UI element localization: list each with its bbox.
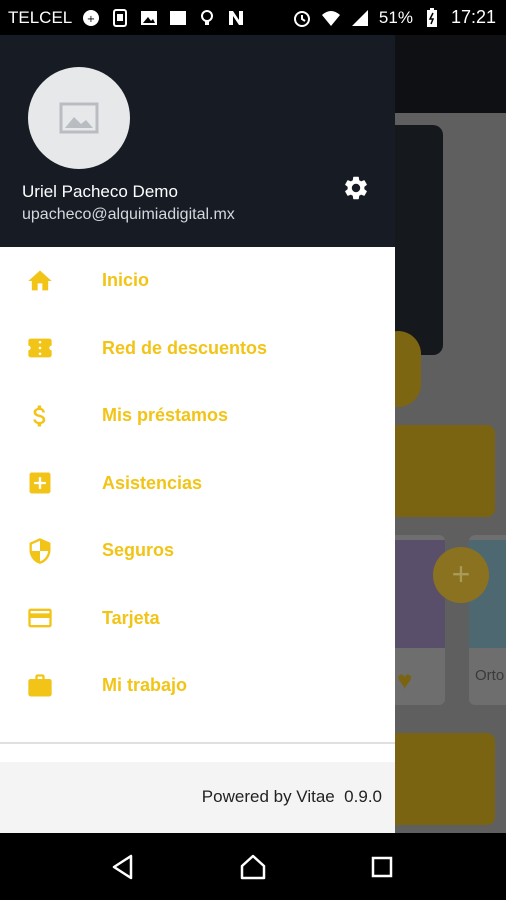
dollar-icon	[26, 402, 54, 430]
menu-item-label: Mis préstamos	[102, 405, 229, 426]
wifi-icon	[321, 8, 341, 28]
powered-by-label: Powered by Vitae 0.9.0	[201, 787, 382, 806]
bg-banner	[395, 733, 495, 825]
menu-item-tarjeta[interactable]: Tarjeta	[0, 585, 395, 653]
menu-item-label: Red de descuentos	[102, 337, 268, 358]
navigation-drawer: Uriel Pacheco Demo upacheco@alquimiadigi…	[0, 35, 395, 833]
plus-box-icon	[26, 469, 54, 497]
recents-icon	[371, 856, 392, 877]
user-email: upacheco@alquimiadigital.mx	[22, 206, 235, 223]
status-bar: TELCEL + 51% 17:21	[0, 0, 506, 35]
menu-item-mis-prestamos[interactable]: Mis préstamos	[0, 382, 395, 450]
settings-button[interactable]	[341, 173, 371, 203]
n-icon	[226, 8, 246, 28]
recents-button[interactable]	[362, 847, 402, 887]
home-button[interactable]	[233, 847, 273, 887]
battery-percent: 51%	[378, 7, 413, 27]
menu-item-label: Tarjeta	[102, 607, 160, 628]
briefcase-icon	[26, 672, 54, 700]
ticket-icon	[26, 334, 54, 362]
bg-banner	[395, 425, 495, 517]
menu-item-label: Mi trabajo	[102, 675, 188, 696]
drawer-header: Uriel Pacheco Demo upacheco@alquimiadigi…	[0, 35, 395, 247]
heart-icon: ♥	[397, 665, 413, 695]
menu-item-asistencias[interactable]: Asistencias	[0, 450, 395, 518]
avatar[interactable]	[28, 67, 130, 169]
drawer-divider	[0, 742, 395, 744]
image-placeholder-icon	[59, 102, 99, 134]
bg-card	[395, 125, 443, 355]
signal-icon	[350, 8, 370, 28]
gear-icon	[345, 176, 367, 200]
menu-item-inicio[interactable]: Inicio	[0, 247, 395, 315]
menu-item-label: Asistencias	[102, 472, 203, 493]
shield-icon	[26, 537, 54, 565]
data-saver-icon: +	[81, 8, 101, 28]
svg-text:+: +	[87, 14, 95, 25]
carrier-label: TELCEL	[8, 7, 73, 27]
home-icon	[26, 267, 54, 295]
bg-tile-image	[395, 540, 445, 648]
bulb-icon	[197, 8, 217, 28]
menu-item-seguros[interactable]: Seguros	[0, 517, 395, 585]
user-name: Uriel Pacheco Demo	[22, 182, 178, 201]
bg-app-header	[395, 35, 506, 113]
battery-icon	[422, 7, 442, 28]
bg-fab	[395, 331, 421, 407]
card-icon	[26, 604, 54, 632]
home-nav-icon	[240, 854, 266, 879]
bg-plus-icon: +	[433, 547, 489, 603]
back-icon	[113, 854, 133, 879]
alarm-icon	[292, 8, 312, 28]
menu-item-red-de-descuentos[interactable]: Red de descuentos	[0, 315, 395, 383]
clapper-icon	[168, 8, 188, 28]
drawer-menu: Inicio Red de descuentos Mis préstamos A…	[0, 247, 395, 720]
menu-item-label: Inicio	[102, 270, 150, 291]
drawer-footer: Powered by Vitae 0.9.0	[0, 762, 395, 833]
sim-icon	[110, 8, 130, 28]
system-nav-bar	[0, 833, 506, 900]
background-app: ♥ + Orto	[395, 35, 506, 833]
back-button[interactable]	[104, 847, 144, 887]
clock: 17:21	[450, 7, 496, 27]
image-icon	[139, 8, 159, 28]
bg-tile-label: Orto	[475, 667, 505, 684]
menu-item-label: Seguros	[102, 540, 175, 561]
menu-item-mi-trabajo[interactable]: Mi trabajo	[0, 652, 395, 720]
